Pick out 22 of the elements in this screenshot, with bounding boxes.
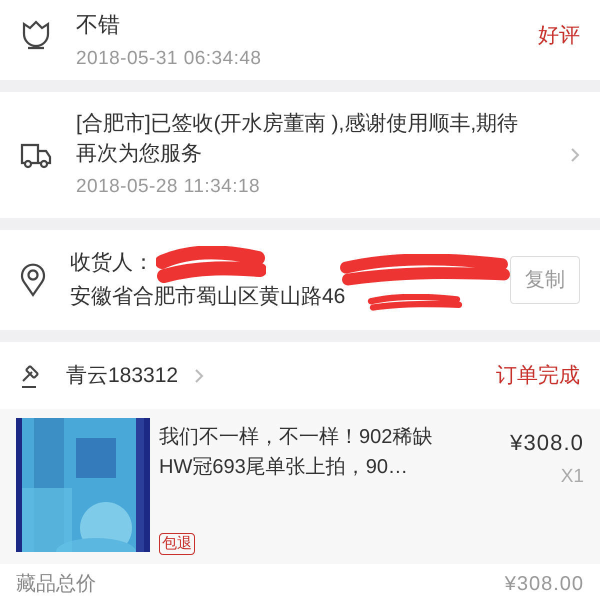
logistics-message: [合肥市]已签收(开水房董南 ),感谢使用顺丰,期待再次为您服务 [76, 110, 520, 167]
review-text: 不错 [76, 11, 121, 39]
review-time: 2018-05-31 06:34:48 [76, 47, 262, 71]
tulip-icon [20, 20, 52, 50]
return-tag: 包退 [159, 533, 195, 555]
logistics-time: 2018-05-28 11:34:18 [76, 174, 262, 199]
address-text: 安徽省合肥市蜀山区黄山路46 [70, 284, 346, 310]
rating-label: 好评 [538, 23, 580, 49]
receiver-label: 收货人： [70, 250, 154, 276]
item-title: 我们不一样，不一样！902稀缺HW冠693尾单张上拍，90… [159, 425, 434, 480]
total-price: ¥308.00 [504, 572, 584, 597]
chevron-right-icon [194, 368, 204, 384]
item-quantity: X1 [560, 465, 584, 489]
chevron-right-icon [570, 147, 580, 163]
total-label: 藏品总价 [16, 572, 96, 597]
seller-name[interactable]: 青云183312 [66, 360, 178, 392]
item-price: ¥308.0 [510, 429, 584, 457]
logistics-row[interactable]: [合肥市]已签收(开水房董南 ),感谢使用顺丰,期待再次为您服务 2018-05-28 11:34:18 [0, 92, 600, 218]
truck-icon [20, 141, 52, 169]
location-pin-icon [20, 263, 46, 297]
item-card[interactable]: 我们不一样，不一样！902稀缺HW冠693尾单张上拍，90… 包退 ¥308.0 X1 [0, 409, 600, 564]
order-status: 订单完成 [496, 362, 580, 389]
